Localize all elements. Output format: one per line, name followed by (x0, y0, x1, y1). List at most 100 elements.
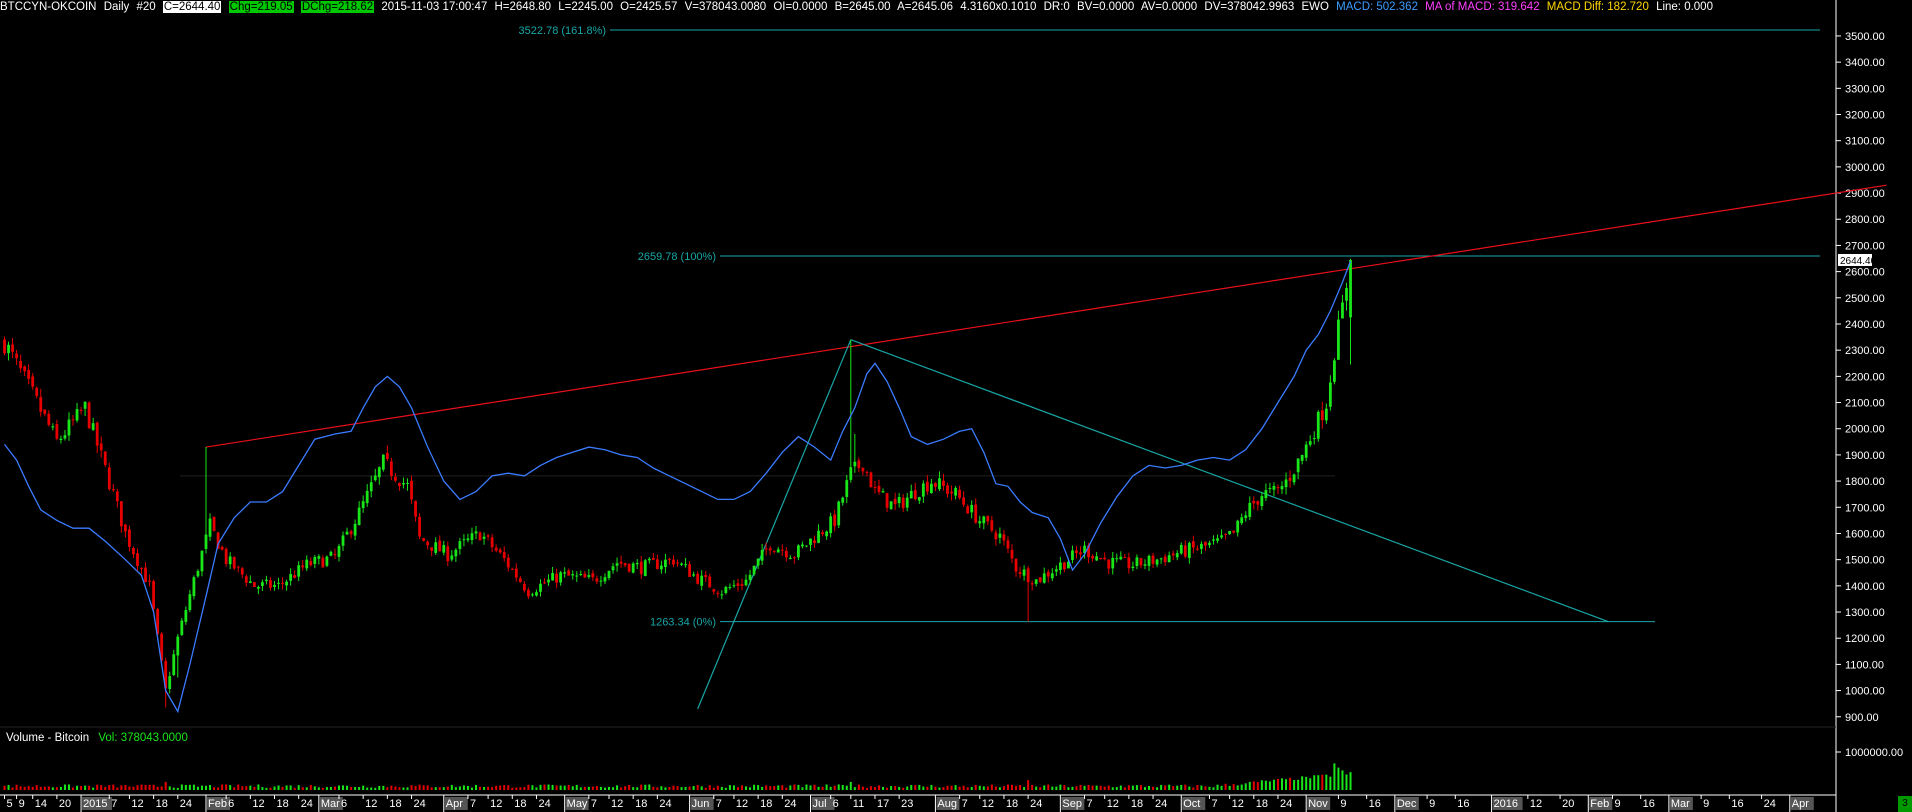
volume-bar (708, 785, 711, 790)
volume-bar (966, 787, 969, 790)
candle-body (103, 451, 107, 465)
x-tick-label: 6 (228, 798, 234, 810)
candle-body (1075, 550, 1078, 554)
candle-body (535, 592, 538, 596)
volume-bar (217, 787, 220, 790)
candle-body (329, 551, 333, 556)
x-month-label: Aug (937, 798, 957, 810)
volume-bar (608, 786, 610, 790)
x-tick-label: 7 (962, 798, 968, 810)
volume-bar (998, 787, 1001, 790)
volume-bar (390, 785, 393, 790)
candle-body (623, 563, 627, 566)
volume-bar (434, 787, 437, 790)
y-tick-label: 1500.00 (1845, 555, 1885, 567)
candle-body (930, 483, 933, 494)
candle-body (111, 489, 115, 491)
volume-bar (664, 787, 667, 790)
volume-bar (894, 786, 897, 790)
volume-bar (1276, 778, 1279, 790)
candle-body (317, 556, 321, 559)
x-month-label: Jul (813, 798, 827, 810)
trend-line[interactable] (850, 339, 1609, 623)
y-tick-label: 2900.00 (1845, 188, 1885, 200)
candle-body (136, 553, 139, 566)
volume-bar (644, 784, 647, 790)
volume-bar (1184, 784, 1187, 790)
volume-bar (1349, 772, 1352, 790)
volume-bar (515, 787, 518, 790)
volume-bar (406, 787, 409, 790)
candle-body (1115, 558, 1119, 560)
volume-bar (761, 786, 764, 790)
candle-body (881, 491, 885, 493)
volume-bar (769, 786, 772, 790)
candle-body (1050, 573, 1054, 579)
volume-bar (861, 786, 864, 790)
volume-bar (563, 785, 566, 790)
volume-bar (732, 785, 735, 790)
x-month-label: Dec (1397, 798, 1417, 810)
volume-bar (346, 785, 349, 790)
candle-body (841, 497, 845, 503)
volume-bar (293, 787, 296, 790)
candle-body (91, 423, 95, 430)
candle-body (1030, 583, 1034, 585)
volume-bar (317, 787, 320, 790)
volume-bar (692, 785, 695, 790)
candle-body (801, 544, 804, 547)
candle-body (1308, 441, 1312, 445)
y-tick-label: 1000.00 (1845, 686, 1885, 698)
candle-body (394, 476, 397, 481)
volume-bar (1002, 786, 1005, 790)
candle-body (869, 472, 873, 488)
candle-body (450, 555, 454, 560)
volume-bar (857, 784, 860, 790)
x-tick-label: 18 (1256, 798, 1268, 810)
volume-bar (950, 785, 953, 790)
candle-body (958, 489, 962, 498)
candle-body (1324, 408, 1328, 421)
volume-bar (773, 786, 776, 790)
candle-body (809, 538, 812, 545)
volume-bar (1019, 785, 1022, 790)
candle-body (232, 556, 236, 569)
candle-body (788, 557, 792, 560)
candle-body (780, 549, 784, 551)
volume-bar (676, 786, 679, 790)
volume-bar (938, 787, 941, 790)
volume-bar (410, 785, 413, 790)
candle-body (466, 538, 470, 541)
volume-bar (624, 786, 627, 790)
candle-body (365, 490, 369, 504)
candle-body (196, 570, 200, 577)
volume-panel-title: Volume - Bitcoin (6, 732, 90, 744)
candle-body (248, 581, 252, 583)
candle-body (1107, 559, 1111, 569)
candle-body (1296, 458, 1300, 473)
volume-bar (1160, 784, 1163, 790)
volume-bar (1264, 780, 1267, 790)
volume-bar (922, 786, 925, 790)
trend-line[interactable] (205, 184, 1887, 448)
x-tick-label: 18 (1131, 798, 1143, 810)
candle-body (583, 573, 587, 578)
trend-line[interactable] (697, 339, 852, 710)
candle-body (426, 541, 430, 546)
y-tick-label: 3500.00 (1845, 31, 1885, 43)
volume-bar (1293, 780, 1296, 790)
volume-bar (958, 786, 961, 790)
candle-body (11, 344, 14, 352)
candle-body (1095, 556, 1099, 561)
volume-bar (342, 785, 345, 790)
candle-body (1123, 557, 1127, 559)
price-chart[interactable]: 900.00 1000.00 1100.00 1200.00 1300.00 1400.0… (0, 0, 1912, 812)
x-tick-label: 12 (365, 798, 377, 810)
x-tick-label: 24 (1764, 798, 1776, 810)
volume-bar (1083, 785, 1086, 790)
candle-body (228, 556, 232, 565)
candle-body (615, 563, 619, 566)
corner-badge[interactable]: 3 (1898, 796, 1912, 812)
volume-bar (76, 785, 79, 790)
volume-bar (1208, 786, 1211, 790)
